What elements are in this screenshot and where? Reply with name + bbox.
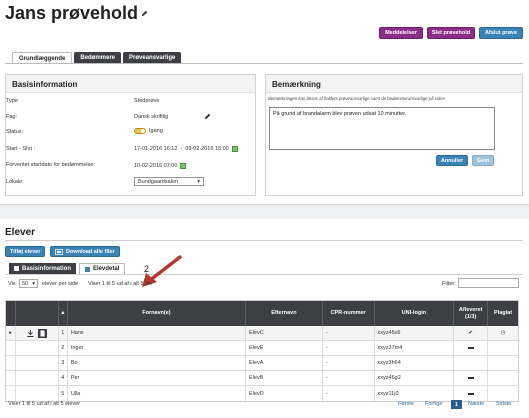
document-icon[interactable] — [37, 328, 47, 338]
download-icon — [55, 248, 63, 255]
students-table: ▲ Fornavn(e) Efternavn CPR-nummer UNI-lo… — [5, 300, 519, 402]
pager-last[interactable]: Sidste — [496, 401, 511, 407]
tab-basis-info[interactable]: Basisinformation — [9, 263, 77, 274]
remark-hint: Bemærkningen kan læses af holdets prøvea… — [268, 96, 445, 101]
period-separator: - — [180, 146, 183, 152]
type-label: Type — [6, 98, 18, 104]
table-header: ▲ Fornavn(e) Efternavn CPR-nummer UNI-lo… — [6, 301, 518, 326]
table-row[interactable]: ▸ 1 Hans ElevC - xxyz45x6 ✔ ◷ — [6, 326, 518, 341]
venue-select[interactable]: Bundgaardsalen ▾ — [134, 177, 204, 186]
page-title: Jans prøvehold — [5, 3, 148, 24]
students-panel: Elever Tilføj elever Download alle filer… — [0, 219, 529, 418]
students-title: Elever — [5, 227, 36, 238]
filter-input[interactable] — [458, 278, 519, 288]
col-lastname[interactable]: Efternavn — [246, 301, 323, 326]
sort-icon[interactable]: ▲ — [59, 301, 68, 326]
grading-label: Forventet startdato for bedømmelse: — [6, 162, 95, 168]
dash-icon — [454, 341, 489, 355]
finish-exam-button[interactable]: Afslut prøve — [479, 27, 523, 39]
info-icon — [85, 266, 91, 272]
download-files-button[interactable]: Download alle filer — [50, 246, 120, 257]
pencil-icon[interactable] — [141, 10, 148, 17]
pager-next[interactable]: Næste — [468, 401, 484, 407]
per-page-label: elever per side — [42, 281, 79, 287]
pager-prev[interactable]: Forrige — [425, 401, 442, 407]
type-value: Stedprøve — [134, 98, 160, 104]
remark-title: Bemærkning — [266, 75, 522, 93]
tabs-divider — [5, 274, 523, 275]
table-row[interactable]: 3 Bo ElevA - xxyz3h64 — [6, 356, 518, 371]
tab-student-details[interactable]: Elevdetal — [79, 263, 126, 274]
delete-exam-button[interactable]: Slet prøvehold — [427, 27, 475, 39]
start-date[interactable]: 17-01-2016 16:12 — [134, 146, 177, 152]
end-date[interactable]: 09-02-2016 15:00 — [185, 146, 228, 152]
pager-current[interactable]: 1 — [451, 400, 462, 409]
basis-info-box: Basisinformation — [5, 74, 256, 196]
row-pointer-icon: ▸ — [6, 326, 16, 340]
table-row[interactable]: 4 Per ElevB - xxyz46g2 — [6, 371, 518, 386]
dash-icon — [454, 386, 489, 401]
col-plagiarism[interactable]: Plagiat — [488, 301, 518, 326]
subject-value: Dansk skriftlig — [134, 114, 169, 120]
check-icon: ✔ — [454, 326, 489, 340]
calendar-icon[interactable] — [180, 163, 187, 169]
page-size-select[interactable]: 50 ▾ — [19, 279, 38, 288]
save-button[interactable]: Gem — [472, 155, 494, 166]
chevron-down-icon: ▾ — [32, 281, 35, 287]
remark-textarea[interactable]: På grund af brandalarm blev prøven udsat… — [269, 107, 495, 150]
divider — [5, 240, 523, 241]
download-icon[interactable] — [27, 329, 34, 337]
chevron-down-icon: ▾ — [197, 178, 200, 185]
edit-subject-icon[interactable] — [204, 113, 211, 120]
exam-panel: Jans prøvehold Meddelelser Slet prøvehol… — [0, 0, 529, 205]
messages-button[interactable]: Meddelelser — [379, 27, 423, 39]
show-label: Vis — [8, 281, 16, 287]
col-cpr[interactable]: CPR-nummer — [323, 301, 375, 326]
col-uni-login[interactable]: UNI-login — [375, 301, 455, 326]
status-value: Igang — [134, 128, 163, 134]
clock-icon[interactable]: ◷ — [488, 326, 518, 340]
col-firstname[interactable]: Fornavn(e) — [68, 301, 247, 326]
add-students-button[interactable]: Tilføj elever — [5, 246, 46, 257]
info-icon — [14, 266, 19, 271]
subject-label: Fag: — [6, 114, 18, 120]
table-row[interactable]: 2 Inger ElevE - xxyz37m4 — [6, 341, 518, 356]
venue-label: Lokale: — [6, 179, 24, 185]
basis-info-title: Basisinformation — [6, 75, 255, 93]
grading-value: 10-02-2016 07:00 — [134, 163, 187, 169]
grading-date[interactable]: 10-02-2016 07:00 — [134, 163, 177, 169]
status-label: Status: — [6, 129, 24, 135]
table-row[interactable]: 5 Ulla ElevD - xxyz11j0 — [6, 386, 518, 401]
filter-label: Filter: — [442, 281, 456, 287]
pager-first[interactable]: Første — [398, 401, 414, 407]
period-value: 17-01-2016 16:12 - 09-02-2016 15:00 — [134, 146, 238, 152]
calendar-icon[interactable] — [231, 146, 238, 152]
status-toggle[interactable] — [134, 128, 146, 134]
footer-info: Viser 1 til 5 ud af i alt 5 elever — [8, 401, 81, 407]
showing-info: Viser 1 til 5 ud af i alt 5 ele — [88, 281, 153, 287]
tabs-divider — [5, 63, 523, 64]
cancel-button[interactable]: Annuller — [436, 155, 468, 166]
col-delivered[interactable]: Afleveret (1/3) — [454, 301, 489, 326]
dash-icon — [454, 371, 489, 385]
period-label: Start - Slut : — [6, 146, 36, 152]
